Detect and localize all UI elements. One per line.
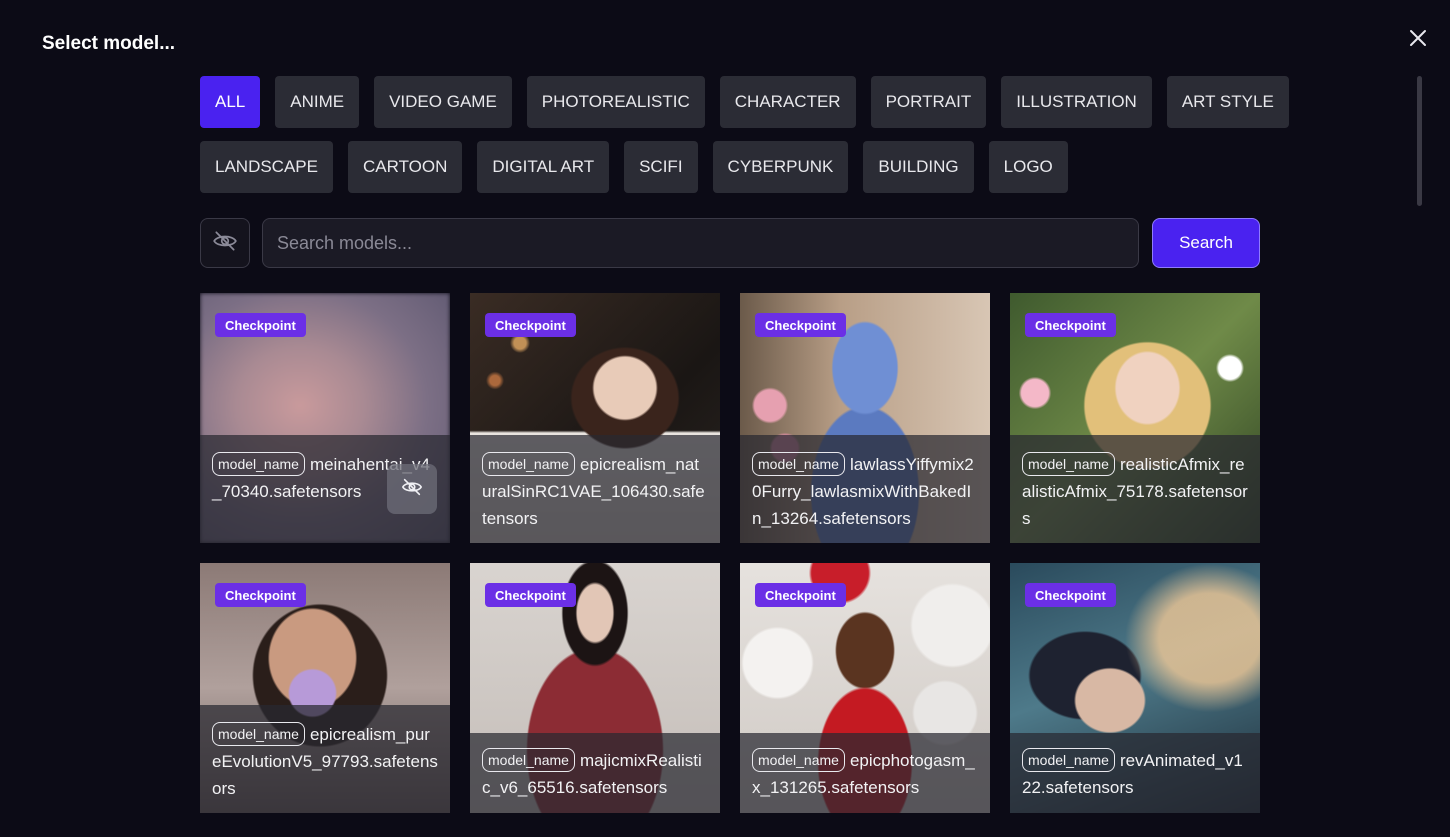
filter-chip-building[interactable]: BUILDING: [863, 141, 974, 193]
dialog-title: Select model...: [42, 33, 176, 54]
model-info: model_name realisticAfmix_realisticAfmix_…: [1010, 435, 1260, 543]
model-name-tag: model_name: [482, 452, 575, 476]
filter-chip-portrait[interactable]: PORTRAIT: [870, 76, 987, 128]
filter-chip-video-game[interactable]: VIDEO GAME: [374, 76, 512, 128]
model-name-tag: model_name: [1022, 452, 1115, 476]
model-card[interactable]: Checkpoint model_name epicphotogasm_x_131…: [740, 563, 990, 813]
filter-chip-digital-art[interactable]: DIGITAL ART: [477, 141, 610, 193]
model-card[interactable]: Checkpoint model_name revAnimated_v122.sa…: [1010, 563, 1260, 813]
model-name-tag: model_name: [212, 452, 305, 476]
filter-chip-illustration[interactable]: ILLUSTRATION: [1001, 76, 1152, 128]
filter-chip-anime[interactable]: ANIME: [275, 76, 360, 128]
model-card[interactable]: Checkpoint model_name majicmixRealistic_v…: [470, 563, 720, 813]
model-select-dialog: Select model... ALL ANIME VIDEO GAME PHO…: [0, 0, 1450, 837]
checkpoint-badge: Checkpoint: [755, 313, 846, 337]
model-card[interactable]: Checkpoint model_name epicrealism_pureEvo…: [200, 563, 450, 813]
filter-chip-art-style[interactable]: ART STYLE: [1166, 76, 1289, 128]
model-info: model_name majicmixRealistic_v6_65516.saf…: [470, 733, 720, 813]
model-info: model_name epicrealism_naturalSinRC1VAE_1…: [470, 435, 720, 543]
model-name-tag: model_name: [212, 722, 305, 746]
model-name-tag: model_name: [752, 452, 845, 476]
close-icon[interactable]: [1406, 26, 1430, 50]
checkpoint-badge: Checkpoint: [485, 583, 576, 607]
model-info: model_name lawlassYiffymix20Furry_lawlasm…: [740, 435, 990, 543]
eye-off-icon: [212, 228, 238, 259]
eye-off-icon: [401, 476, 423, 503]
checkpoint-badge: Checkpoint: [215, 313, 306, 337]
filter-row-1: ALL ANIME VIDEO GAME PHOTOREALISTIC CHAR…: [200, 76, 1289, 128]
search-button[interactable]: Search: [1152, 218, 1260, 268]
model-info: model_name epicrealism_pureEvolutionV5_97…: [200, 705, 450, 813]
checkpoint-badge: Checkpoint: [755, 583, 846, 607]
search-bar: Search: [200, 218, 1260, 268]
filter-chip-character[interactable]: CHARACTER: [719, 76, 856, 128]
filter-chip-cartoon[interactable]: CARTOON: [347, 141, 463, 193]
model-info: model_name revAnimated_v122.safetensors: [1010, 733, 1260, 813]
model-name-tag: model_name: [1022, 748, 1115, 772]
filter-chip-photorealistic[interactable]: PHOTOREALISTIC: [526, 76, 705, 128]
model-card[interactable]: Checkpoint model_name lawlassYiffymix20Fu…: [740, 293, 990, 543]
filter-chip-logo[interactable]: LOGO: [988, 141, 1068, 193]
model-name-tag: model_name: [482, 748, 575, 772]
filter-chip-scifi[interactable]: SCIFI: [624, 141, 698, 193]
model-info: model_name epicphotogasm_x_131265.safeten…: [740, 733, 990, 813]
filter-chip-all[interactable]: ALL: [200, 76, 261, 128]
nsfw-toggle-button[interactable]: [200, 218, 250, 268]
scrollbar[interactable]: [1417, 76, 1422, 206]
checkpoint-badge: Checkpoint: [1025, 583, 1116, 607]
filter-row-2: LANDSCAPE CARTOON DIGITAL ART SCIFI CYBE…: [200, 141, 1260, 193]
checkpoint-badge: Checkpoint: [1025, 313, 1116, 337]
model-card[interactable]: Checkpoint model_name meinahentai_v4_7034…: [200, 293, 450, 543]
category-filters: ALL ANIME VIDEO GAME PHOTOREALISTIC CHAR…: [200, 76, 1289, 206]
checkpoint-badge: Checkpoint: [485, 313, 576, 337]
model-card[interactable]: Checkpoint model_name realisticAfmix_real…: [1010, 293, 1260, 543]
model-card[interactable]: Checkpoint model_name epicrealism_natural…: [470, 293, 720, 543]
checkpoint-badge: Checkpoint: [215, 583, 306, 607]
model-name-tag: model_name: [752, 748, 845, 772]
filter-chip-landscape[interactable]: LANDSCAPE: [200, 141, 333, 193]
unhide-image-button[interactable]: [387, 464, 437, 514]
search-input[interactable]: [262, 218, 1139, 268]
filter-chip-cyberpunk[interactable]: CYBERPUNK: [712, 141, 849, 193]
